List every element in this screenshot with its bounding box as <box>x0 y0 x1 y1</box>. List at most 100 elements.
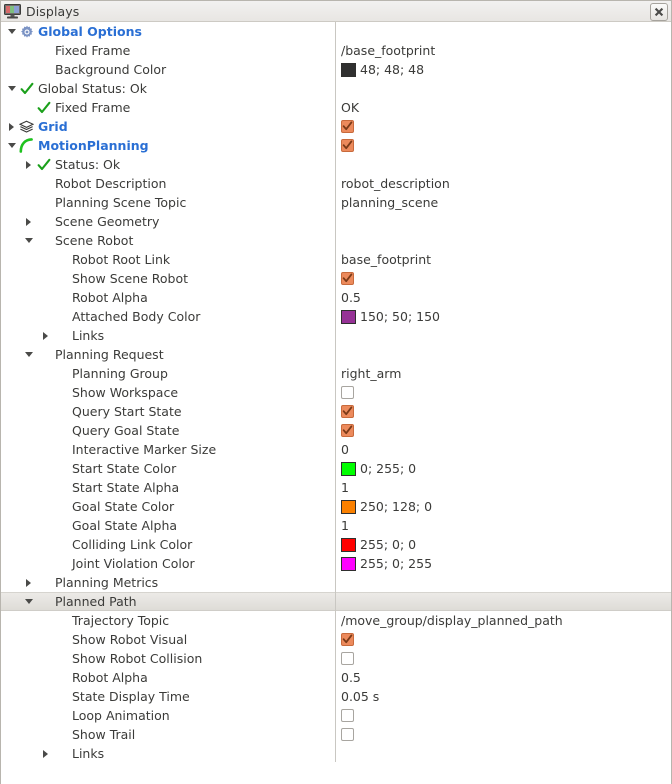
tree-row-background-color[interactable]: Background Color 48; 48; 48 <box>1 60 671 79</box>
color-swatch[interactable] <box>341 62 356 77</box>
tree-row-value-cell[interactable]: 150; 50; 150 <box>335 307 671 326</box>
tree-row-planning-request[interactable]: Planning Request <box>1 345 671 364</box>
tree-row-name-cell[interactable]: Robot Root Link <box>1 250 335 269</box>
tree-row-query-goal-state[interactable]: Query Goal State <box>1 421 671 440</box>
checkbox-unchecked[interactable] <box>341 709 354 722</box>
tree-row-name-cell[interactable]: Show Workspace <box>1 383 335 402</box>
tree-row-value-cell[interactable] <box>335 79 671 98</box>
tree-row-interactive-marker-size[interactable]: Interactive Marker Size 0 <box>1 440 671 459</box>
color-swatch[interactable] <box>341 309 356 324</box>
tree-row-name-cell[interactable]: Loop Animation <box>1 706 335 725</box>
tree-row-name-cell[interactable]: Goal State Color <box>1 497 335 516</box>
tree-row-value-cell[interactable] <box>335 706 671 725</box>
expander-collapse-icon[interactable] <box>5 22 18 41</box>
tree-row-joint-violation-color[interactable]: Joint Violation Color 255; 0; 255 <box>1 554 671 573</box>
tree-row-value-cell[interactable] <box>335 649 671 668</box>
tree-row-value-cell[interactable]: 250; 128; 0 <box>335 497 671 516</box>
tree-row-value-cell[interactable]: 1 <box>335 516 671 535</box>
tree-row-value-cell[interactable]: right_arm <box>335 364 671 383</box>
tree-row-name-cell[interactable]: Query Goal State <box>1 421 335 440</box>
expander-expand-icon[interactable] <box>22 573 35 592</box>
checkbox-checked[interactable] <box>341 120 354 133</box>
tree-row-value-cell[interactable]: /move_group/display_planned_path <box>335 611 671 630</box>
tree-row-goal-state-color[interactable]: Goal State Color 250; 128; 0 <box>1 497 671 516</box>
tree-row-name-cell[interactable]: Start State Alpha <box>1 478 335 497</box>
tree-row-name-cell[interactable]: Robot Description <box>1 174 335 193</box>
color-swatch[interactable] <box>341 556 356 571</box>
tree-row-value-cell[interactable] <box>335 136 671 155</box>
tree-row-robot-description[interactable]: Robot Description robot_description <box>1 174 671 193</box>
expander-expand-icon[interactable] <box>39 326 52 345</box>
tree-row-value-cell[interactable]: robot_description <box>335 174 671 193</box>
tree-row-value-cell[interactable]: 255; 0; 0 <box>335 535 671 554</box>
tree-row-grid[interactable]: Grid <box>1 117 671 136</box>
tree-row-name-cell[interactable]: Scene Geometry <box>1 212 335 231</box>
tree-row-name-cell[interactable]: Joint Violation Color <box>1 554 335 573</box>
tree-row-name-cell[interactable]: Planned Path <box>1 592 335 611</box>
tree-row-scene-geometry[interactable]: Scene Geometry <box>1 212 671 231</box>
tree-row-start-state-alpha[interactable]: Start State Alpha 1 <box>1 478 671 497</box>
tree-row-value-cell[interactable] <box>335 155 671 174</box>
tree-row-value-cell[interactable] <box>335 231 671 250</box>
tree-row-name-cell[interactable]: Fixed Frame <box>1 98 335 117</box>
tree-row-name-cell[interactable]: Scene Robot <box>1 231 335 250</box>
checkbox-unchecked[interactable] <box>341 386 354 399</box>
tree-row-query-start-state[interactable]: Query Start State <box>1 402 671 421</box>
close-icon[interactable] <box>650 3 668 21</box>
tree-row-fixed-frame[interactable]: Fixed Frame/base_footprint <box>1 41 671 60</box>
tree-row-name-cell[interactable]: Show Trail <box>1 725 335 744</box>
tree-row-name-cell[interactable]: Goal State Alpha <box>1 516 335 535</box>
tree-row-attached-body-color[interactable]: Attached Body Color 150; 50; 150 <box>1 307 671 326</box>
tree-row-planning-group[interactable]: Planning Group right_arm <box>1 364 671 383</box>
tree-row-name-cell[interactable]: Global Options <box>1 22 335 41</box>
tree-row-name-cell[interactable]: Background Color <box>1 60 335 79</box>
tree-row-value-cell[interactable] <box>335 421 671 440</box>
expander-collapse-icon[interactable] <box>5 79 18 98</box>
tree-row-name-cell[interactable]: Fixed Frame <box>1 41 335 60</box>
expander-collapse-icon[interactable] <box>5 136 18 155</box>
tree-row-value-cell[interactable] <box>335 402 671 421</box>
tree-row-value-cell[interactable] <box>335 592 671 611</box>
tree-row-goal-state-alpha[interactable]: Goal State Alpha 1 <box>1 516 671 535</box>
checkbox-unchecked[interactable] <box>341 728 354 741</box>
tree-row-value-cell[interactable]: 255; 0; 255 <box>335 554 671 573</box>
tree-row-scene-robot-links[interactable]: Links <box>1 326 671 345</box>
expander-expand-icon[interactable] <box>5 117 18 136</box>
tree-row-value-cell[interactable] <box>335 744 671 763</box>
tree-row-name-cell[interactable]: State Display Time <box>1 687 335 706</box>
tree-row-name-cell[interactable]: Query Start State <box>1 402 335 421</box>
tree-row-robot-root-link[interactable]: Robot Root Link base_footprint <box>1 250 671 269</box>
tree-row-value-cell[interactable]: 1 <box>335 478 671 497</box>
tree-row-global-status-fixed-frame[interactable]: Fixed Frame OK <box>1 98 671 117</box>
tree-row-value-cell[interactable]: 0.5 <box>335 288 671 307</box>
checkbox-checked[interactable] <box>341 633 354 646</box>
tree-row-name-cell[interactable]: Planning Metrics <box>1 573 335 592</box>
tree-row-show-workspace[interactable]: Show Workspace <box>1 383 671 402</box>
tree-row-planned-path[interactable]: Planned Path <box>1 592 671 611</box>
tree-row-value-cell[interactable] <box>335 326 671 345</box>
expander-collapse-icon[interactable] <box>22 592 35 611</box>
color-swatch[interactable] <box>341 499 356 514</box>
tree-row-name-cell[interactable]: Interactive Marker Size <box>1 440 335 459</box>
tree-row-value-cell[interactable]: OK <box>335 98 671 117</box>
tree-row-name-cell[interactable]: MotionPlanning <box>1 136 335 155</box>
tree-row-name-cell[interactable]: Robot Alpha <box>1 288 335 307</box>
tree-row-value-cell[interactable] <box>335 22 671 41</box>
tree-row-name-cell[interactable]: Trajectory Topic <box>1 611 335 630</box>
expander-expand-icon[interactable] <box>39 744 52 763</box>
checkbox-checked[interactable] <box>341 405 354 418</box>
tree-row-name-cell[interactable]: Show Scene Robot <box>1 269 335 288</box>
tree-row-planning-scene-topic[interactable]: Planning Scene Topic planning_scene <box>1 193 671 212</box>
tree-row-name-cell[interactable]: Links <box>1 326 335 345</box>
tree-row-name-cell[interactable]: Robot Alpha <box>1 668 335 687</box>
tree-row-show-scene-robot[interactable]: Show Scene Robot <box>1 269 671 288</box>
tree-row-name-cell[interactable]: Show Robot Visual <box>1 630 335 649</box>
tree-row-name-cell[interactable]: Show Robot Collision <box>1 649 335 668</box>
tree-row-name-cell[interactable]: Global Status: Ok <box>1 79 335 98</box>
tree-row-start-state-color[interactable]: Start State Color 0; 255; 0 <box>1 459 671 478</box>
tree-row-scene-robot[interactable]: Scene Robot <box>1 231 671 250</box>
checkbox-checked[interactable] <box>341 272 354 285</box>
tree-row-value-cell[interactable]: /base_footprint <box>335 41 671 60</box>
tree-row-value-cell[interactable] <box>335 383 671 402</box>
tree-row-planned-path-links[interactable]: Links <box>1 744 671 763</box>
